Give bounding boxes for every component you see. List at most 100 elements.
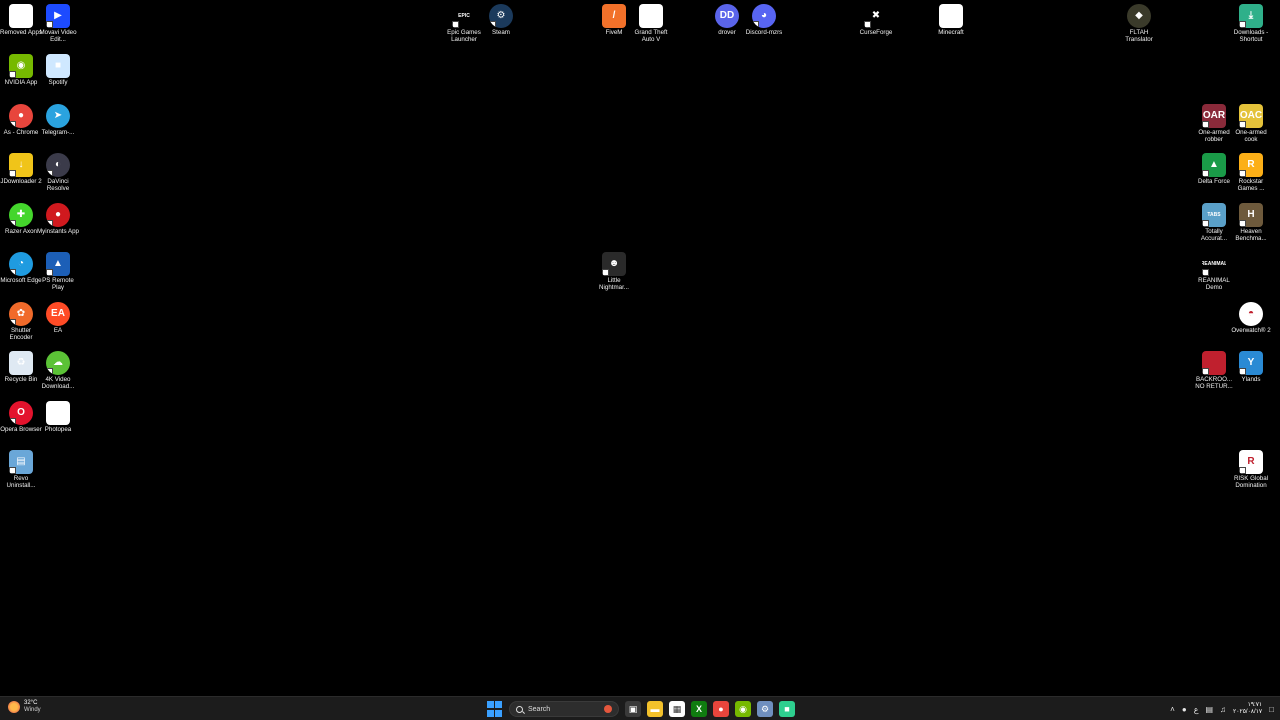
start-button[interactable] (487, 701, 503, 717)
desktop[interactable]: Removed Apps ▶ Movavi Video Edit... ◉ NVIDIA… (0, 0, 1280, 696)
one-armed-cook-icon: OAC (1239, 104, 1263, 128)
desktop-icon-label: Overwatch® 2 (1231, 327, 1271, 334)
desktop-icon-ea[interactable]: EA EA (37, 302, 79, 334)
desktop-icon-label: Removed Apps (0, 29, 42, 36)
taskbar-chrome-icon[interactable]: ● (713, 701, 729, 717)
desktop-icon-4k-video-downloader[interactable]: ☁ 4K Video Download... (37, 351, 79, 391)
desktop-icon-backrooms[interactable]: BACKROO... NO RETUR... (1193, 351, 1235, 391)
desktop-icon-label: NVIDIA App (4, 79, 38, 86)
taskbar-nvidia-icon[interactable]: ◉ (735, 701, 751, 717)
desktop-icon-label: 4K Video Download... (41, 376, 75, 391)
desktop-icon-nvidia-app[interactable]: ◉ NVIDIA App (0, 54, 42, 86)
weather-desc: Windy (24, 707, 41, 713)
rockstar-games-icon: R (1239, 153, 1263, 177)
desktop-icon-label: Minecraft (938, 29, 964, 36)
desktop-icon-label: JDownloader 2 (0, 178, 42, 185)
clock-time: ١٩:٧١ (1247, 702, 1263, 708)
desktop-icon-spotify[interactable]: ■ Spotify (37, 54, 79, 86)
desktop-icon-reanimal-demo[interactable]: REANIMAL REANIMAL Demo (1193, 252, 1235, 292)
desktop-icon-overwatch[interactable]: ◓ Overwatch® 2 (1230, 302, 1272, 334)
desktop-icon-removed-apps[interactable]: Removed Apps (0, 4, 42, 36)
chevron-up-icon[interactable]: ˄ (1170, 705, 1175, 714)
desktop-icon-steam[interactable]: ⚙ Steam (480, 4, 522, 36)
taskbar-xbox-icon[interactable]: X (691, 701, 707, 717)
shortcut-arrow-icon (1202, 368, 1209, 375)
search-placeholder: Search (528, 705, 551, 713)
desktop-icon-delta-force[interactable]: ▲ Delta Force (1193, 153, 1235, 185)
desktop-icon-label: Recycle Bin (4, 376, 38, 383)
shortcut-arrow-icon (1239, 121, 1246, 128)
desktop-icon-chrome[interactable]: ● As - Chrome (0, 104, 42, 136)
desktop-icon-little-nightmares[interactable]: ☻ Little Nightmar... (593, 252, 635, 292)
weather-widget[interactable]: 32°C Windy (8, 700, 41, 714)
taskbar-file-explorer-icon[interactable]: ▬ (647, 701, 663, 717)
clock[interactable]: ١٩:٧١ ٢٠٢٥/٠٨/١٧ (1233, 702, 1262, 716)
desktop-icon-label: EA (53, 327, 63, 334)
volume-icon[interactable]: ♫ (1220, 705, 1226, 714)
4k-video-downloader-icon: ☁ (46, 351, 70, 375)
desktop-icon-minecraft[interactable]: Minecraft (930, 4, 972, 36)
desktop-icon-one-armed-robber[interactable]: OAR One-armed robber (1193, 104, 1235, 144)
desktop-icon-revo-uninstaller[interactable]: ▤ Revo Uninstall... (0, 450, 42, 490)
desktop-icon-label: Movavi Video Edit... (39, 29, 77, 44)
desktop-icon-myinstants[interactable]: ● Myinstants App (37, 203, 79, 235)
desktop-icon-gta-v[interactable]: Grand Theft Auto V (630, 4, 672, 44)
shortcut-arrow-icon (489, 21, 496, 28)
desktop-icon-label: Spotify (48, 79, 68, 86)
desktop-icon-ylands[interactable]: Y Ylands (1230, 351, 1272, 383)
desktop-icon-opera[interactable]: O Opera Browser (0, 401, 42, 433)
desktop-icon-shutter-encoder[interactable]: ✿ Shutter Encoder (0, 302, 42, 342)
desktop-icon-telegram[interactable]: ➤ Telegram-... (37, 104, 79, 136)
desktop-icon-label: Razer Axon (5, 228, 37, 235)
desktop-icon-razer-axon[interactable]: ✚ Razer Axon (0, 203, 42, 235)
minecraft-icon (939, 4, 963, 28)
network-icon[interactable]: ▤ (1205, 705, 1213, 714)
desktop-icon-ps-remote-play[interactable]: ▲ PS Remote Play (37, 252, 79, 292)
desktop-icon-label: Microsoft Edge (0, 277, 42, 284)
shortcut-arrow-icon (1239, 220, 1246, 227)
shortcut-arrow-icon (752, 21, 759, 28)
fivem-icon: / (602, 4, 626, 28)
desktop-icon-movavi[interactable]: ▶ Movavi Video Edit... (37, 4, 79, 44)
desktop-icon-fltah-translator[interactable]: ◆ FLTAH Translator (1118, 4, 1160, 44)
taskbar-task-view-icon[interactable]: ▣ (625, 701, 641, 717)
desktop-icon-discord[interactable]: ◕ Discord-mzrs (743, 4, 785, 36)
desktop-icon-heaven-benchmark[interactable]: H Heaven Benchma... (1230, 203, 1272, 243)
desktop-icon-label: Little Nightmar... (599, 277, 629, 292)
desktop-icon-rockstar-games[interactable]: R Rockstar Games ... (1230, 153, 1272, 193)
desktop-icon-label: FiveM (605, 29, 623, 36)
search-highlight-icon (604, 705, 612, 713)
desktop-icon-totally-accurate[interactable]: TABS Totally Accurat... (1193, 203, 1235, 243)
reanimal-demo-icon: REANIMAL (1202, 252, 1226, 276)
fltah-translator-icon: ◆ (1127, 4, 1151, 28)
desktop-icon-curseforge[interactable]: ✖ CurseForge (855, 4, 897, 36)
search-box[interactable]: Search (509, 701, 619, 717)
taskbar-app-green-icon[interactable]: ■ (779, 701, 795, 717)
desktop-icon-label: drover (718, 29, 736, 36)
epic-games-icon: EPIC (452, 4, 476, 28)
desktop-icon-risk-global-domination[interactable]: R RISK Global Domination (1230, 450, 1272, 490)
shortcut-arrow-icon (9, 220, 16, 227)
desktop-icon-downloads-shortcut[interactable]: ⤓ Downloads - Shortcut (1230, 4, 1272, 44)
desktop-icon-recycle-bin[interactable]: ♻ Recycle Bin (0, 351, 42, 383)
taskbar-settings-icon[interactable]: ⚙ (757, 701, 773, 717)
desktop-icon-photopea[interactable]: Photopea (37, 401, 79, 433)
desktop-icon-label: Steam (492, 29, 510, 36)
desktop-icon-drover[interactable]: DD drover (706, 4, 748, 36)
desktop-icon-fivem[interactable]: / FiveM (593, 4, 635, 36)
edge-icon: ◔ (9, 252, 33, 276)
taskbar-microsoft-store-icon[interactable]: ▦ (669, 701, 685, 717)
curseforge-icon: ✖ (864, 4, 888, 28)
shortcut-arrow-icon (46, 220, 53, 227)
desktop-icon-jdownloader[interactable]: ↓ JDownloader 2 (0, 153, 42, 185)
desktop-icon-label: PS Remote Play (42, 277, 74, 292)
notifications-icon[interactable]: □ (1269, 705, 1274, 714)
language-indicator[interactable]: ع (1194, 705, 1199, 714)
desktop-icon-label: Totally Accurat... (1200, 228, 1228, 243)
desktop-icon-one-armed-cook[interactable]: OAC One-armed cook (1230, 104, 1272, 144)
desktop-icon-davinci[interactable]: ◐ DaVinci Resolve (37, 153, 79, 193)
desktop-icon-epic-games[interactable]: EPIC Epic Games Launcher (443, 4, 485, 44)
desktop-icon-edge[interactable]: ◔ Microsoft Edge (0, 252, 42, 284)
shortcut-arrow-icon (452, 21, 459, 28)
microphone-icon[interactable]: ● (1182, 705, 1187, 714)
